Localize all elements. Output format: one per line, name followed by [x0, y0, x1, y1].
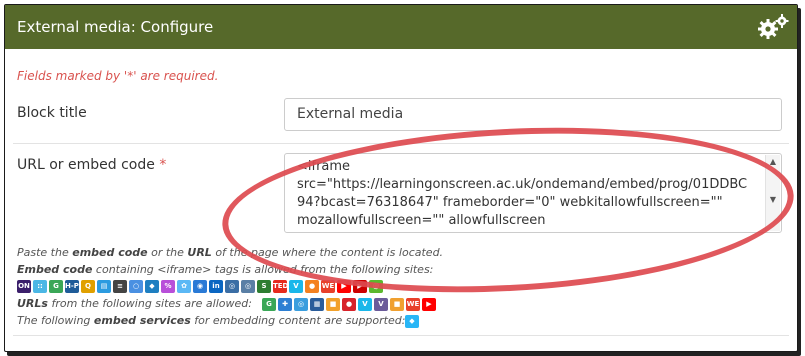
swirl-icon: @: [369, 280, 383, 293]
scroll-up-arrow-icon[interactable]: ▲: [766, 155, 780, 169]
map-icon: ▦: [310, 298, 324, 311]
url-embed-label-text: URL or embed code: [17, 157, 155, 173]
box-icon: ◆: [145, 280, 159, 293]
diamond-icon: ◆: [405, 315, 419, 328]
apple-icon: ●: [342, 298, 356, 311]
help-line-urls: URLs from the following sites are allowe…: [17, 297, 252, 310]
url-embed-textarea[interactable]: <iframe src="https://learningonscreen.ac…: [284, 153, 782, 233]
we-icon: WE: [321, 280, 335, 293]
iframe-site-icons: ON:: G H-P Q ▤ ≡ ○ ◆% ✿ ◉ in ◎ ◎ S TED V ● WE ▶ ▶ @: [17, 280, 383, 293]
help-bold: URLs: [17, 297, 48, 310]
youtube-icon: ▶: [422, 298, 436, 311]
v-icon: V: [374, 298, 388, 311]
gears-icon[interactable]: [757, 14, 789, 40]
globe-icon: ◎: [225, 280, 239, 293]
embed-line-2: src="https://learningonscreen.ac.uk/onde…: [297, 177, 748, 192]
g-icon: G: [49, 280, 63, 293]
circle-icon: ○: [129, 280, 143, 293]
puzzle-icon: ✚: [278, 298, 292, 311]
embed-service-icons: ◆: [405, 315, 419, 328]
textarea-scrollbar[interactable]: ▲ ▼: [765, 155, 780, 231]
target-icon: ◉: [193, 280, 207, 293]
help-line-paste: Paste the embed code or the URL of the p…: [17, 246, 443, 259]
brush-icon: %: [161, 280, 175, 293]
youtube2-icon: ▶: [353, 280, 367, 293]
h5p-icon: H-P: [65, 280, 79, 293]
dialog-header: External media: Configure: [5, 5, 797, 49]
help-text: or the: [147, 246, 188, 259]
dots-icon: ::: [33, 280, 47, 293]
help-text: for embedding content are supported:: [190, 314, 406, 327]
vimeo-icon: V: [358, 298, 372, 311]
linkedin-icon: in: [209, 280, 223, 293]
slides-icon: S: [257, 280, 271, 293]
help-text: containing <iframe> tags is allowed from…: [92, 263, 434, 276]
embed-line-4: mozallowfullscreen="" allowfullscreen: [297, 213, 546, 228]
ted-icon: TED: [273, 280, 288, 293]
orange-icon: ■: [390, 298, 404, 311]
search-icon: Q: [81, 280, 95, 293]
block-title-input[interactable]: External media: [284, 98, 782, 131]
youtube-icon: ▶: [337, 280, 351, 293]
help-text: from the following sites are allowed:: [47, 297, 252, 310]
url-embed-label: URL or embed code *: [17, 157, 166, 173]
divider: [13, 143, 789, 144]
vimeo-icon: V: [289, 280, 303, 293]
help-line-embed: Embed code containing <iframe> tags is a…: [17, 263, 433, 276]
help-bold: Embed code: [17, 263, 93, 276]
url-site-icons: G ✚ ◎ ▦ ■ ● V V ■ WE ▶: [262, 298, 436, 311]
required-fields-note: Fields marked by '*' are required.: [17, 69, 219, 83]
circle-icon: ◎: [294, 298, 308, 311]
scroll-down-arrow-icon[interactable]: ▼: [766, 193, 780, 207]
help-text: The following: [17, 314, 94, 327]
globe2-icon: ◎: [241, 280, 255, 293]
stack-icon: ≡: [113, 280, 127, 293]
flower-icon: ✿: [177, 280, 191, 293]
help-bold: embed code: [72, 246, 148, 259]
square-icon: ■: [326, 298, 340, 311]
divider: [13, 335, 789, 336]
help-text: Paste the: [17, 246, 73, 259]
help-bold: URL: [187, 246, 212, 259]
on-icon: ON: [17, 280, 31, 293]
help-text: of the page where the content is located…: [211, 246, 444, 259]
block-title-label: Block title: [17, 105, 87, 121]
chat-icon: ●: [305, 280, 319, 293]
g-icon: G: [262, 298, 276, 311]
configure-dialog: External media: Configure Fields marked …: [4, 4, 798, 352]
help-bold: embed services: [93, 314, 191, 327]
we-icon: WE: [406, 298, 420, 311]
required-star: *: [159, 157, 167, 173]
dialog-title: External media: Configure: [17, 18, 214, 36]
help-line-services: The following embed services for embeddi…: [17, 314, 405, 327]
embed-line-1: <iframe: [297, 159, 351, 174]
embed-line-3: 94?bcast=76318647" frameborder="0" webki…: [297, 195, 723, 210]
chart-icon: ▤: [97, 280, 111, 293]
